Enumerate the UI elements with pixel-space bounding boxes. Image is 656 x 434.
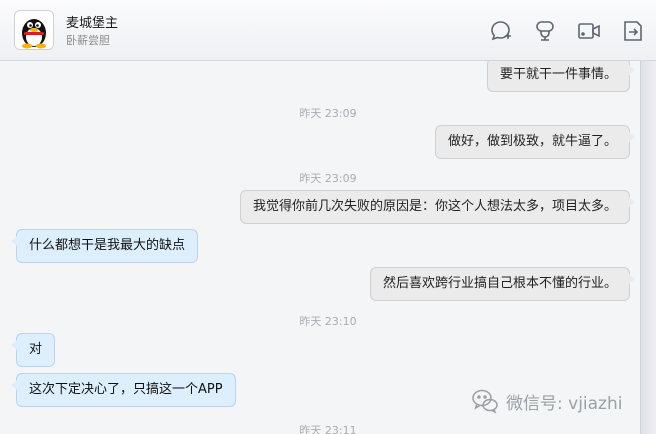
- scrollbar[interactable]: [640, 61, 656, 434]
- message-bubble-left[interactable]: 什么都想干是我最大的缺点: [10, 229, 199, 263]
- timestamp: 昨天 23:09: [299, 107, 357, 120]
- avatar[interactable]: [14, 10, 54, 50]
- message-bubble-right[interactable]: 然后喜欢跨行业搞自己根本不懂的行业。: [369, 267, 636, 301]
- watermark-text: 微信号: vjiazhi: [506, 393, 623, 414]
- message-bubble-right[interactable]: 要干就干一件事情。: [486, 61, 636, 92]
- message-bubble-right[interactable]: 做好，做到极致，就牛逼了。: [434, 125, 636, 159]
- chat-add-icon[interactable]: [488, 18, 514, 44]
- wechat-icon: [472, 389, 498, 414]
- chat-header: 麦城堡主 卧薪尝胆: [0, 0, 656, 61]
- penguin-avatar-icon: [15, 11, 53, 49]
- video-call-icon[interactable]: [576, 18, 602, 44]
- message-list[interactable]: 要干就干一件事情。 昨天 23:09 做好，做到极致，就牛逼了。 昨天 23:0…: [0, 61, 640, 434]
- message-bubble-left[interactable]: 这次下定决心了，只搞这一个APP: [11, 373, 236, 407]
- timestamp: 昨天 23:09: [299, 172, 357, 185]
- wechat-watermark: 微信号: vjiazhi: [470, 385, 622, 417]
- share-icon[interactable]: [620, 18, 646, 44]
- contact-name: 麦城堡主: [66, 16, 119, 31]
- microphone-icon[interactable]: [532, 18, 558, 44]
- timestamp: 昨天 23:11: [299, 424, 357, 434]
- timestamp: 昨天 23:10: [299, 315, 357, 328]
- contact-status: 卧薪尝胆: [66, 34, 110, 47]
- message-bubble-right[interactable]: 我觉得你前几次失败的原因是：你这个人想法太多，项目太多。: [239, 190, 636, 224]
- message-bubble-left[interactable]: 对: [10, 333, 56, 367]
